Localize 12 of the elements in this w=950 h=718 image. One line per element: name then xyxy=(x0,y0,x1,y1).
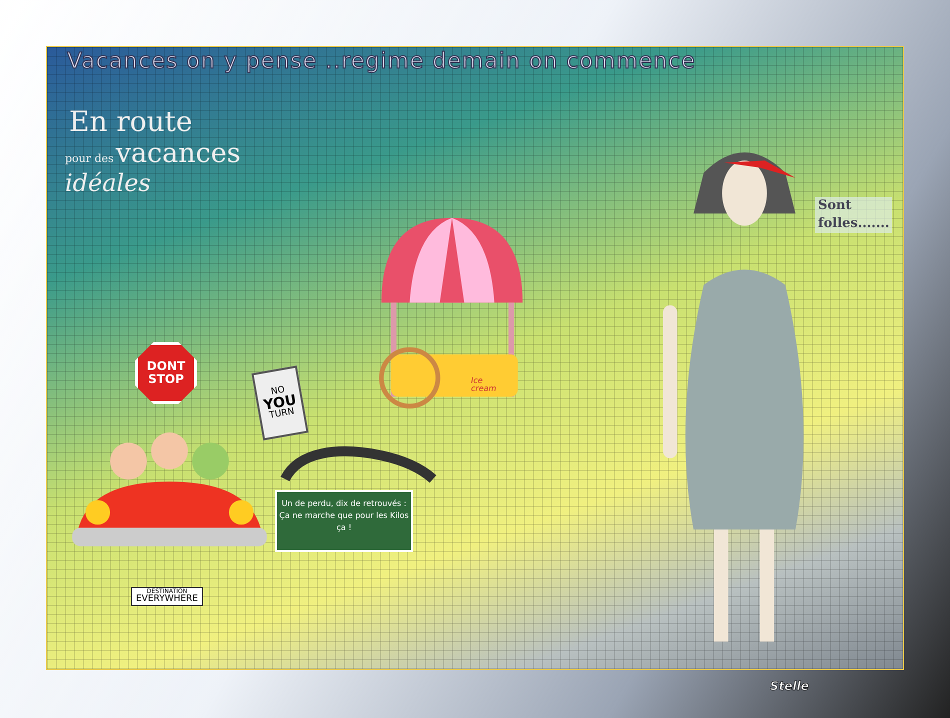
signature: Stelle xyxy=(770,679,809,693)
cart-label: Ice cream xyxy=(471,377,496,393)
caption-text: folles....... xyxy=(818,215,890,234)
banner-title: Vacances on y pense ..regime demain on commence xyxy=(67,49,697,76)
logo-text: idéales xyxy=(65,169,152,197)
caption-text: Sont xyxy=(818,197,853,215)
road-sign: Un de perdu, dix de retrouvés : Ça ne marche que pour les Kilos ça ! xyxy=(275,490,413,552)
logo-text: vacances xyxy=(116,138,241,169)
logo-text: En route xyxy=(68,105,194,138)
stop-sign: DONT STOP xyxy=(135,342,197,404)
road-sign: NO YOU TURN xyxy=(251,366,309,440)
logo-text: pour des xyxy=(65,152,114,167)
